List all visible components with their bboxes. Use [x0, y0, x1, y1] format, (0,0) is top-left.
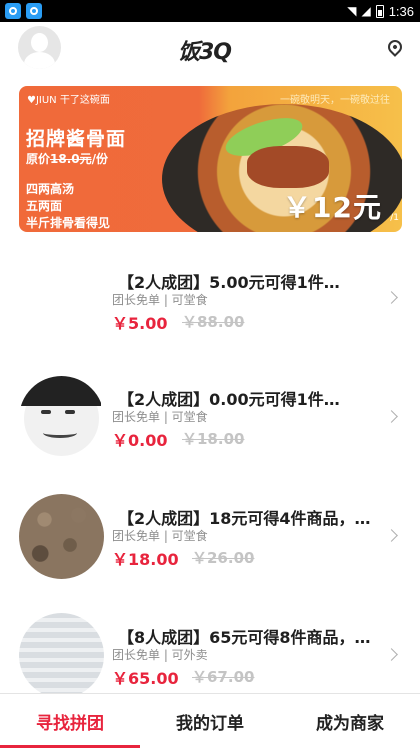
status-bar: ◥ ◢ 1:36	[0, 0, 420, 22]
item-original-price: ￥26.00	[192, 549, 255, 567]
app-notification-icon	[5, 3, 21, 19]
item-thumbnail	[19, 267, 104, 352]
item-title: 【8人成团】65元可得8件商品，…	[118, 628, 371, 647]
item-thumbnail	[19, 613, 104, 698]
item-thumbnail	[19, 376, 104, 461]
tab-find-group[interactable]: 寻找拼团	[0, 694, 140, 748]
item-original-price: ￥88.00	[182, 313, 245, 331]
chevron-right-icon	[385, 648, 398, 661]
banner-sale-price: ￥12元	[283, 191, 382, 224]
banner-meat	[247, 146, 329, 188]
banner-line: 半斤排骨看得见	[26, 216, 111, 230]
item-price: ￥0.00	[112, 431, 168, 450]
banner-line: 四两高汤	[26, 182, 75, 196]
item-subtitle: 团长免单 | 可堂食	[112, 293, 208, 307]
banner-tag: ♥JIUN 干了这碗面	[27, 95, 110, 106]
item-title: 【2人成团】18元可得4件商品，…	[118, 509, 371, 528]
chevron-right-icon	[385, 410, 398, 423]
banner-page-indicator: /1	[390, 213, 399, 223]
tab-become-merchant[interactable]: 成为商家	[280, 694, 420, 748]
location-pin-icon[interactable]	[385, 37, 405, 57]
item-original-price: ￥18.00	[182, 430, 245, 448]
item-original-price: ￥67.00	[192, 668, 255, 686]
banner-title: 招牌酱骨面	[26, 128, 127, 150]
banner-original-price: 原价18.0元/份	[26, 152, 109, 166]
item-price: ￥65.00	[112, 669, 179, 688]
app-header: 饭3Q	[0, 22, 420, 70]
chevron-right-icon	[385, 529, 398, 542]
status-time: 1:36	[388, 3, 414, 19]
app-notification-icon	[26, 3, 42, 19]
item-thumbnail	[19, 494, 104, 579]
item-price: ￥18.00	[112, 550, 179, 569]
item-title: 【2人成团】5.00元可得1件…	[118, 273, 340, 292]
item-subtitle: 团长免单 | 可外卖	[112, 648, 208, 662]
item-title: 【2人成团】0.00元可得1件…	[118, 390, 340, 409]
signal-icon: ◢	[361, 4, 371, 18]
tab-my-orders[interactable]: 我的订单	[140, 694, 280, 748]
list-item[interactable]: 【2人成团】18元可得4件商品，… 团长免单 | 可堂食 ￥18.00 ￥26.…	[0, 494, 420, 614]
list-item[interactable]: 【2人成团】5.00元可得1件… 团长免单 | 可堂食 ￥5.00 ￥88.00	[0, 257, 420, 377]
promo-banner[interactable]: ♥JIUN 干了这碗面 一碗敬明天，一碗敬过往 招牌酱骨面 原价18.0元/份 …	[19, 86, 402, 232]
battery-icon	[375, 4, 384, 18]
chevron-right-icon	[385, 291, 398, 304]
bottom-tab-bar: 寻找拼团 我的订单 成为商家	[0, 693, 420, 748]
list-item[interactable]: 【2人成团】0.00元可得1件… 团长免单 | 可堂食 ￥0.00 ￥18.00	[0, 376, 420, 496]
banner-line: 五两面	[26, 199, 63, 213]
banner-slogan: 一碗敬明天，一碗敬过往	[280, 95, 390, 106]
avatar[interactable]	[18, 26, 61, 69]
item-subtitle: 团长免单 | 可堂食	[112, 410, 208, 424]
item-price: ￥5.00	[112, 314, 168, 333]
app-logo: 饭3Q	[178, 40, 232, 65]
wifi-icon: ◥	[347, 4, 357, 18]
item-subtitle: 团长免单 | 可堂食	[112, 529, 208, 543]
